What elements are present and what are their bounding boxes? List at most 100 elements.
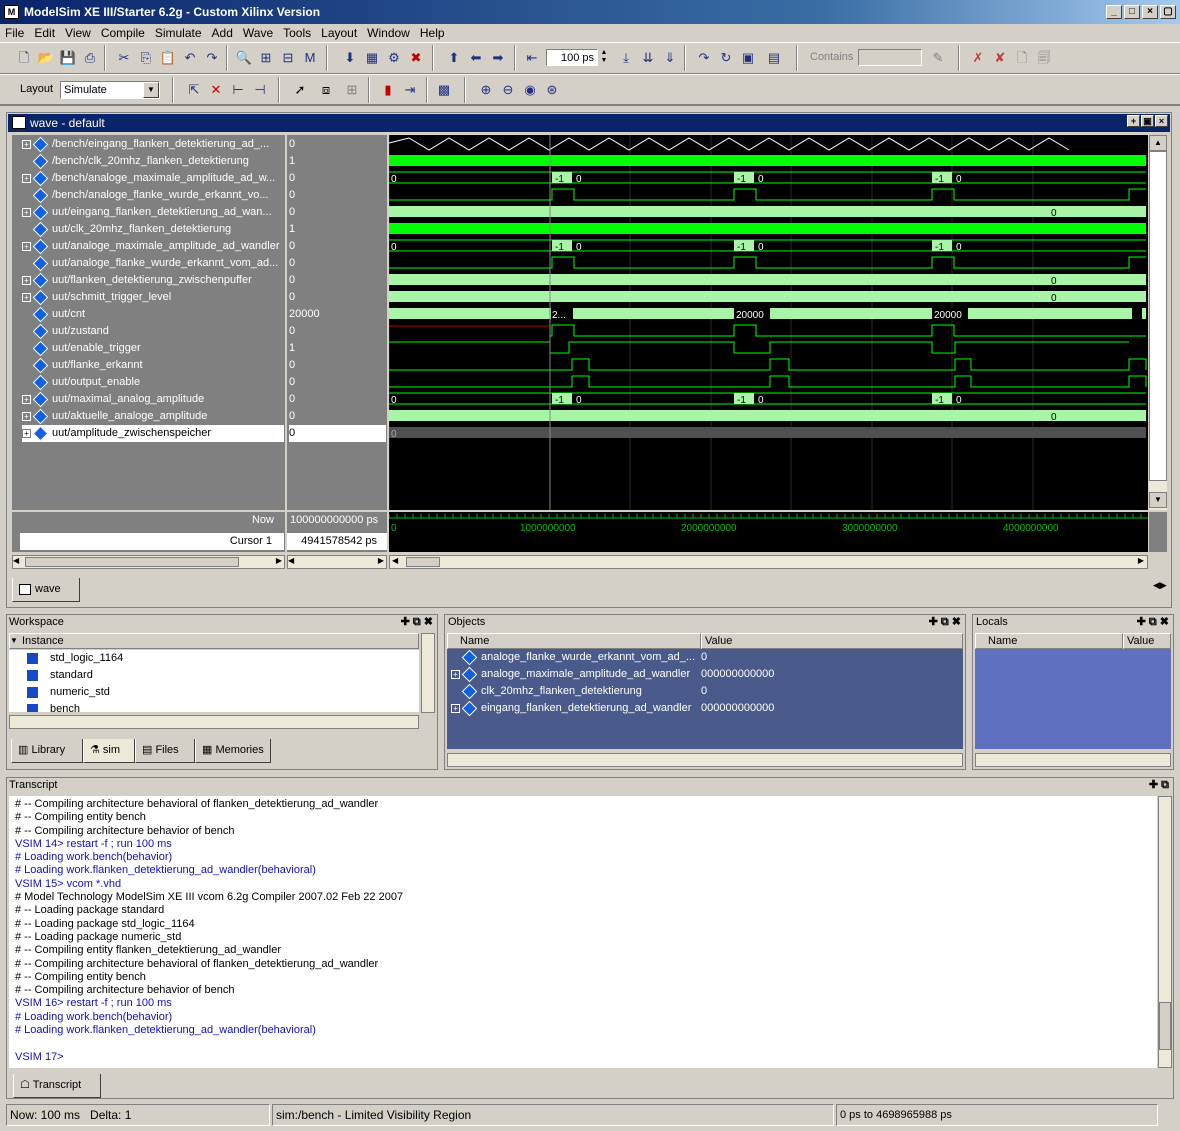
signal-row[interactable]: uut/output_enable [22, 374, 284, 391]
tab-transcript[interactable]: ☖ Transcript [13, 1074, 101, 1098]
menu-layout[interactable]: Layout [316, 24, 362, 42]
signal-row[interactable]: uut/zustand [22, 323, 284, 340]
objects-controls-icon[interactable]: ✚ ⧉ ✖ [929, 615, 961, 629]
performance-icon[interactable]: ▤ [764, 48, 784, 68]
menu-compile[interactable]: Compile [96, 24, 150, 42]
print-icon[interactable]: ⎙ [80, 48, 100, 68]
cut-icon[interactable]: ✂ [114, 48, 134, 68]
cursor-next-icon[interactable]: ⇥ [400, 80, 420, 100]
step-icon[interactable]: ↷ [694, 48, 714, 68]
break-icon[interactable]: ✖ [406, 48, 426, 68]
document-icon[interactable]: 🗋 [1012, 48, 1032, 68]
signal-row[interactable]: uut/flanke_erkannt [22, 357, 284, 374]
workspace-vscrollbar[interactable] [421, 633, 435, 713]
signal-row[interactable]: uut/analoge_flanke_wurde_erkannt_vom_ad.… [22, 255, 284, 272]
menu-edit[interactable]: Edit [29, 24, 60, 42]
expand-icon[interactable]: + [451, 703, 460, 713]
signal-row[interactable]: + uut/aktuelle_analoge_amplitude [22, 408, 284, 425]
menu-wave[interactable]: Wave [238, 24, 278, 42]
signal-row[interactable]: + uut/analoge_maximale_amplitude_ad_wandl… [22, 238, 284, 255]
zoom-cursor-icon[interactable]: ⊛ [542, 80, 562, 100]
maximize-button[interactable]: □ [1124, 5, 1140, 19]
menu-tools[interactable]: Tools [278, 24, 316, 42]
expand-icon[interactable]: + [22, 139, 31, 149]
tab-memories[interactable]: ▦ Memories [195, 739, 271, 763]
menu-simulate[interactable]: Simulate [150, 24, 207, 42]
run-icon[interactable]: ⤓ [616, 48, 636, 68]
step-up-icon[interactable]: ⬆ [444, 48, 464, 68]
paste-icon[interactable]: 📋 [158, 48, 178, 68]
signal-row[interactable]: + uut/maximal_analog_amplitude [22, 391, 284, 408]
instance-item[interactable]: standard [9, 667, 419, 684]
locals-controls-icon[interactable]: ✚ ⧉ ✖ [1137, 615, 1169, 629]
remove-all-icon[interactable]: ✘ [990, 48, 1010, 68]
objects-name-header[interactable]: Name [447, 633, 701, 649]
remove-breakpoint-icon[interactable]: ✗ [968, 48, 988, 68]
contains-input[interactable] [858, 49, 922, 66]
document-copy-icon[interactable]: 🗐 [1034, 48, 1054, 68]
instance-item[interactable]: numeric_std [9, 684, 419, 701]
objects-value-header[interactable]: Value [701, 633, 963, 649]
locals-name-header[interactable]: Name [975, 633, 1123, 649]
open-icon[interactable]: 📂 [36, 48, 56, 68]
signal-row[interactable]: + uut/eingang_flanken_detektierung_ad_wan… [22, 204, 284, 221]
compile-icon[interactable]: ⬇ [340, 48, 360, 68]
expand-icon[interactable]: + [22, 173, 31, 183]
signal-row[interactable]: + /bench/analoge_maximale_amplitude_ad_w.… [22, 170, 284, 187]
collapse-icon[interactable]: ⊞ [256, 48, 276, 68]
compile-all-icon[interactable]: ▦ [362, 48, 382, 68]
expand-icon[interactable]: + [451, 669, 460, 679]
minimize-button[interactable]: _ [1106, 5, 1122, 19]
restore-button[interactable]: ▢ [1160, 5, 1176, 19]
memory-icon[interactable]: M [300, 48, 320, 68]
expand-icon[interactable]: + [22, 292, 31, 302]
step-over-icon[interactable]: ↻ [716, 48, 736, 68]
tab-sim[interactable]: ⚗ sim [83, 739, 135, 763]
cursor-label[interactable]: Cursor 1 [20, 533, 284, 550]
tab-library[interactable]: ▥ Library [11, 739, 83, 763]
transcript-text[interactable]: # -- Compiling architecture behavioral o… [9, 796, 1157, 1068]
object-row[interactable]: + eingang_flanken_detektierung_ad_wandler… [447, 700, 963, 717]
workspace-hscrollbar[interactable] [9, 715, 419, 729]
align-icon[interactable]: ⊣ [250, 80, 270, 100]
save-icon[interactable]: 💾 [58, 48, 78, 68]
new-file-icon[interactable]: 🗋 [14, 48, 34, 68]
expand-icon[interactable]: + [22, 394, 31, 404]
pointer-icon[interactable]: ➚ [290, 80, 310, 100]
bookmark-icon[interactable]: ▩ [434, 80, 454, 100]
expand-icon[interactable]: + [22, 411, 31, 421]
signal-row[interactable]: + uut/amplitude_zwischenspeicher [22, 425, 284, 442]
expand-icon[interactable]: + [22, 241, 31, 251]
wave-undock-button[interactable]: ▣ [1141, 115, 1154, 127]
clear-filter-icon[interactable]: ✎ [928, 48, 948, 68]
object-row[interactable]: + analoge_maximale_amplitude_ad_wandler 00… [447, 666, 963, 683]
run-length-spinner[interactable]: ▲ ▼ [599, 49, 609, 66]
menu-help[interactable]: Help [415, 24, 450, 42]
expand-icon[interactable]: + [22, 428, 31, 438]
expand-icon[interactable]: + [22, 207, 31, 217]
instance-header[interactable]: Instance [9, 633, 419, 649]
tab-wave[interactable]: wave [12, 578, 80, 602]
workspace-controls-icon[interactable]: ✚ ⧉ ✖ [401, 615, 433, 629]
run-length-input[interactable]: 100 ps [546, 49, 598, 66]
cursor-add-icon[interactable]: ▮ [378, 80, 398, 100]
zoom-out-icon[interactable]: ⊖ [498, 80, 518, 100]
wave-close-button[interactable]: × [1155, 115, 1168, 127]
edit-mode-icon[interactable]: ⊞ [342, 80, 362, 100]
locals-value-header[interactable]: Value [1123, 633, 1171, 649]
simulate-icon[interactable]: ⚙ [384, 48, 404, 68]
hierarchy-icon[interactable]: ⊟ [278, 48, 298, 68]
filter-icon[interactable]: ▼ [10, 636, 18, 645]
tab-files[interactable]: ▤ Files [135, 739, 195, 763]
zoom-full-icon[interactable]: ◉ [520, 80, 540, 100]
back-icon[interactable]: ⬅ [466, 48, 486, 68]
undo-icon[interactable]: ↶ [180, 48, 200, 68]
timeline[interactable]: 0 1000000000 2000000000 3000000000 400000000… [389, 512, 1148, 552]
names-hscrollbar[interactable]: ◀ ▶ [12, 555, 285, 569]
menu-window[interactable]: Window [362, 24, 415, 42]
wave-dock-button[interactable]: + [1127, 115, 1140, 127]
forward-icon[interactable]: ➡ [488, 48, 508, 68]
objects-hscrollbar[interactable] [447, 753, 963, 767]
signal-row[interactable]: uut/enable_trigger [22, 340, 284, 357]
wave-vertical-scrollbar[interactable]: ▲ ▼ [1149, 135, 1167, 510]
